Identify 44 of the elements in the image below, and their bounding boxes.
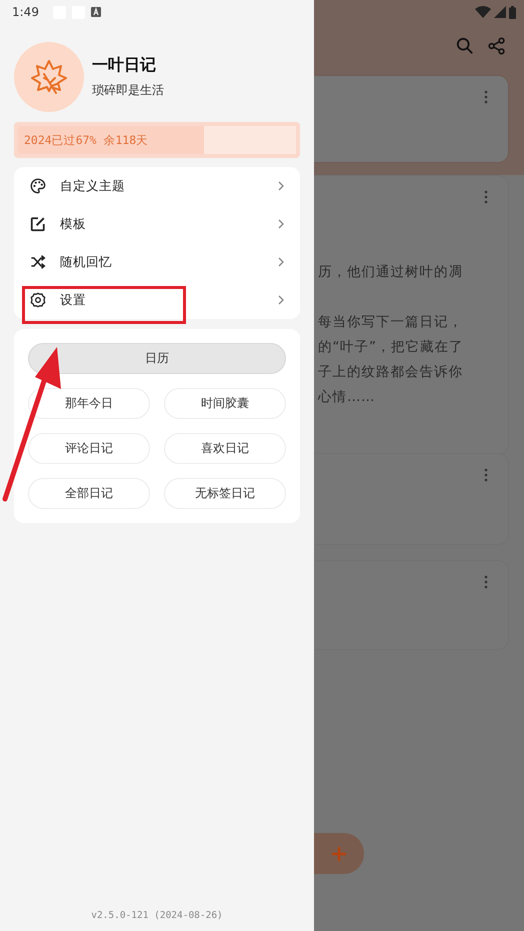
progress-label: 2024已过67% 余118天 — [23, 132, 148, 148]
edit-icon — [30, 216, 46, 232]
menu-item[interactable]: 设置 — [14, 281, 300, 319]
diary-text: 子上的纹路都会告诉你 — [318, 363, 464, 382]
menu-label: 设置 — [60, 292, 87, 308]
search-icon[interactable] — [456, 37, 474, 55]
chevron-right-icon — [278, 295, 284, 305]
version-text: v2.5.0-121 (2024-08-26) — [90, 910, 224, 921]
chevron-right-icon — [278, 257, 284, 267]
menu-item[interactable]: 随机回忆 — [14, 243, 300, 281]
shortcut-button[interactable]: 无标签日记 — [164, 478, 286, 509]
shortcut-button[interactable]: 那年今日 — [28, 388, 150, 419]
diary-text: 历，他们通过树叶的凋 — [318, 263, 464, 282]
wifi-icon — [475, 6, 491, 18]
app-name: 一叶日记 — [92, 55, 157, 76]
diary-text: 的“叶子”，把它藏在了 — [318, 338, 464, 357]
app-slogan: 琐碎即是生活 — [92, 82, 164, 99]
signal-icon — [494, 6, 506, 18]
menu-item[interactable]: 模板 — [14, 205, 300, 243]
more-icon[interactable] — [484, 90, 488, 104]
menu-label: 随机回忆 — [60, 254, 113, 270]
more-icon[interactable] — [484, 468, 488, 482]
shuffle-icon — [30, 254, 46, 270]
more-icon[interactable] — [484, 190, 488, 204]
diary-text: 心情…… — [318, 388, 376, 407]
keyboard-icon — [90, 7, 101, 17]
clock-time: 1:49 — [12, 5, 39, 19]
settings-icon — [30, 292, 46, 308]
chevron-right-icon — [278, 219, 284, 229]
menu-label: 模板 — [60, 216, 87, 232]
menu-item[interactable]: 自定义主题 — [14, 167, 300, 205]
shortcut-button[interactable]: 时间胶囊 — [164, 388, 286, 419]
shortcut-button[interactable]: 评论日记 — [28, 433, 150, 464]
share-icon[interactable] — [488, 37, 506, 55]
shortcut-button[interactable]: 喜欢日记 — [164, 433, 286, 464]
shortcut-button[interactable]: 全部日记 — [28, 478, 150, 509]
chevron-right-icon — [278, 181, 284, 191]
palette-icon — [30, 178, 46, 194]
diary-text: 每当你写下一篇日记， — [318, 313, 464, 332]
leaf-icon — [29, 57, 69, 97]
menu-label: 自定义主题 — [60, 178, 126, 194]
shortcut-button[interactable]: 日历 — [28, 343, 286, 374]
more-icon[interactable] — [484, 575, 488, 589]
battery-icon — [509, 6, 516, 18]
